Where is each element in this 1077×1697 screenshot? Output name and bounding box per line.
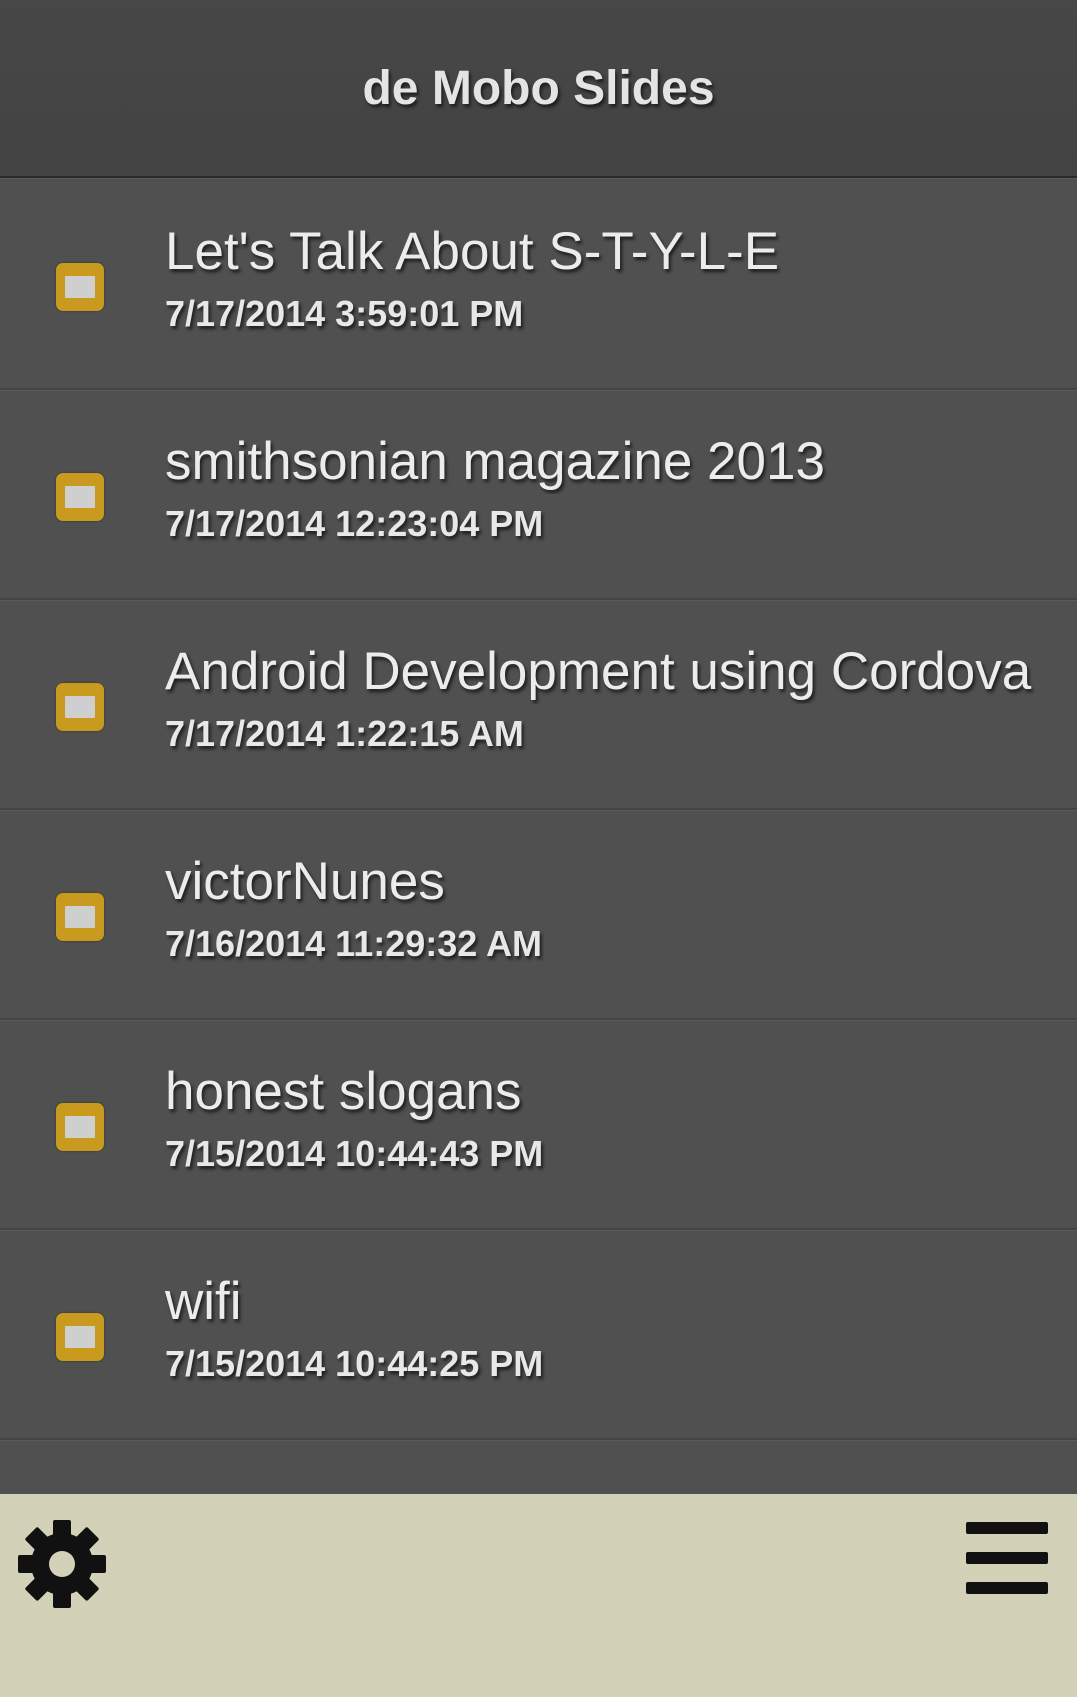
slide-title: smithsonian magazine 2013 (165, 432, 825, 491)
slide-list-item[interactable]: Android Development using Cordova 7/17/2… (0, 600, 1077, 810)
slide-title: Let's Talk About S-T-Y-L-E (165, 222, 780, 281)
slide-date: 7/15/2014 10:44:43 PM (165, 1133, 544, 1174)
hamburger-menu-icon (966, 1522, 1048, 1594)
bottom-toolbar (0, 1494, 1077, 1697)
slide-title: Android Development using Cordova (165, 642, 1032, 701)
slide-icon (56, 1313, 104, 1361)
slide-icon (56, 683, 104, 731)
menu-button[interactable] (964, 1520, 1050, 1596)
slide-list-item[interactable]: victorNunes 7/16/2014 11:29:32 AM (0, 810, 1077, 1020)
slide-date: 7/17/2014 12:23:04 PM (165, 503, 544, 544)
slide-date: 7/16/2014 11:29:32 AM (165, 923, 542, 964)
slides-list: Let's Talk About S-T-Y-L-E 7/17/2014 3:5… (0, 180, 1077, 1650)
page-title: de Mobo Slides (362, 61, 715, 115)
slide-list-item[interactable]: honest slogans 7/15/2014 10:44:43 PM (0, 1020, 1077, 1230)
slide-date: 7/17/2014 1:22:15 AM (165, 713, 524, 754)
slide-date: 7/15/2014 10:44:25 PM (165, 1343, 544, 1384)
slide-icon (56, 893, 104, 941)
slide-list-item[interactable]: Let's Talk About S-T-Y-L-E 7/17/2014 3:5… (0, 180, 1077, 390)
slide-title: victorNunes (165, 852, 445, 911)
settings-button[interactable] (16, 1518, 108, 1610)
slide-date: 7/17/2014 3:59:01 PM (165, 293, 524, 334)
slide-list-item[interactable]: smithsonian magazine 2013 7/17/2014 12:2… (0, 390, 1077, 600)
slide-list-item[interactable]: wifi 7/15/2014 10:44:25 PM (0, 1230, 1077, 1440)
gear-icon (18, 1520, 106, 1608)
slide-icon (56, 1103, 104, 1151)
slide-title: wifi (165, 1272, 242, 1331)
app-header: de Mobo Slides (0, 0, 1077, 178)
slide-icon (56, 473, 104, 521)
slide-icon (56, 263, 104, 311)
slide-title: honest slogans (165, 1062, 522, 1121)
app-screen: de Mobo Slides Let's Talk About S-T-Y-L-… (0, 0, 1077, 1697)
